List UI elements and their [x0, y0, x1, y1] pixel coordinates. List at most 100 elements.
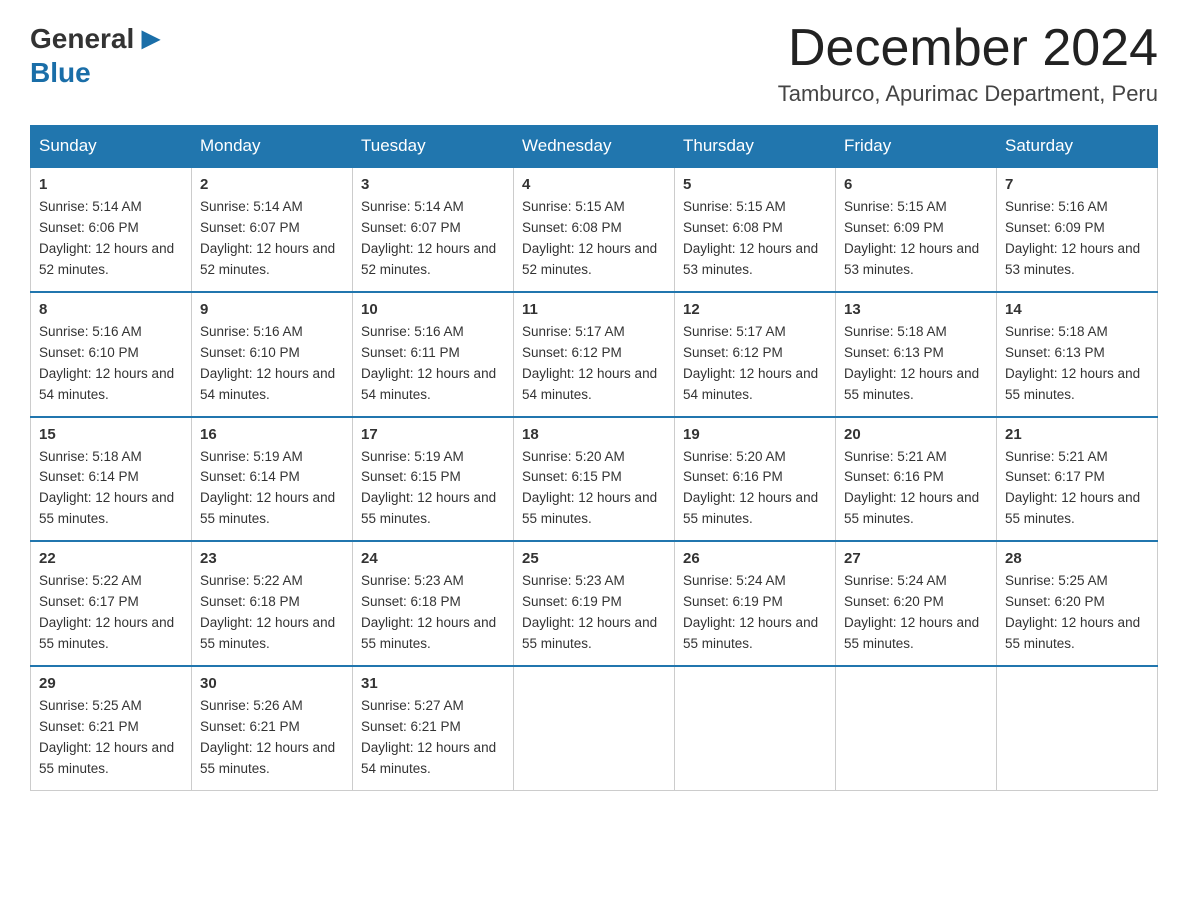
day-info: Sunrise: 5:22 AMSunset: 6:17 PMDaylight:… — [39, 571, 183, 655]
day-cell: 5 Sunrise: 5:15 AMSunset: 6:08 PMDaylight… — [675, 167, 836, 292]
day-info: Sunrise: 5:16 AMSunset: 6:10 PMDaylight:… — [39, 322, 183, 406]
day-number: 10 — [361, 301, 505, 318]
day-number: 31 — [361, 675, 505, 692]
day-cell: 16Sunrise: 5:19 AMSunset: 6:14 PMDayligh… — [192, 417, 353, 542]
day-number: 27 — [844, 550, 988, 567]
day-cell: 15 Sunrise: 5:18 AMSunset: 6:14 PMDayligh… — [31, 417, 192, 542]
day-cell: 7Sunrise: 5:16 AMSunset: 6:09 PMDaylight… — [997, 167, 1158, 292]
day-number: 4 — [522, 176, 666, 193]
day-cell: 6Sunrise: 5:15 AMSunset: 6:09 PMDaylight… — [836, 167, 997, 292]
day-cell: 2Sunrise: 5:14 AMSunset: 6:07 PMDaylight… — [192, 167, 353, 292]
day-cell: 24 Sunrise: 5:23 AMSunset: 6:18 PMDayligh… — [353, 541, 514, 666]
day-info: Sunrise: 5:25 AMSunset: 6:21 PMDaylight:… — [39, 696, 183, 780]
day-info: Sunrise: 5:24 AMSunset: 6:19 PMDaylight:… — [683, 571, 827, 655]
day-number: 19 — [683, 426, 827, 443]
week-row-2: 8 Sunrise: 5:16 AMSunset: 6:10 PMDaylight… — [31, 292, 1158, 417]
day-info: Sunrise: 5:15 AMSunset: 6:08 PMDaylight:… — [522, 197, 666, 281]
day-info: Sunrise: 5:20 AMSunset: 6:16 PMDaylight:… — [683, 447, 827, 531]
week-row-1: 1 Sunrise: 5:14 AMSunset: 6:06 PMDaylight… — [31, 167, 1158, 292]
day-info: Sunrise: 5:20 AMSunset: 6:15 PMDaylight:… — [522, 447, 666, 531]
day-info: Sunrise: 5:19 AMSunset: 6:15 PMDaylight:… — [361, 447, 505, 531]
day-info: Sunrise: 5:17 AMSunset: 6:12 PMDaylight:… — [522, 322, 666, 406]
header-thursday: Thursday — [675, 126, 836, 168]
day-info: Sunrise: 5:15 AMSunset: 6:08 PMDaylight:… — [683, 197, 827, 281]
day-info: Sunrise: 5:18 AMSunset: 6:13 PMDaylight:… — [1005, 322, 1149, 406]
day-cell — [514, 666, 675, 790]
day-number: 23 — [200, 550, 344, 567]
week-row-3: 15 Sunrise: 5:18 AMSunset: 6:14 PMDayligh… — [31, 417, 1158, 542]
week-row-4: 22 Sunrise: 5:22 AMSunset: 6:17 PMDayligh… — [31, 541, 1158, 666]
day-cell: 30 Sunrise: 5:26 AMSunset: 6:21 PMDayligh… — [192, 666, 353, 790]
day-number: 7 — [1005, 176, 1149, 193]
day-cell: 21Sunrise: 5:21 AMSunset: 6:17 PMDayligh… — [997, 417, 1158, 542]
page-header: General ► Blue December 2024 Tamburco, A… — [30, 20, 1158, 107]
header-saturday: Saturday — [997, 126, 1158, 168]
header-wednesday: Wednesday — [514, 126, 675, 168]
day-info: Sunrise: 5:21 AMSunset: 6:16 PMDaylight:… — [844, 447, 988, 531]
day-info: Sunrise: 5:19 AMSunset: 6:14 PMDaylight:… — [200, 447, 344, 531]
day-number: 13 — [844, 301, 988, 318]
day-number: 15 — [39, 426, 183, 443]
day-cell: 9 Sunrise: 5:16 AMSunset: 6:10 PMDaylight… — [192, 292, 353, 417]
day-cell: 29 Sunrise: 5:25 AMSunset: 6:21 PMDayligh… — [31, 666, 192, 790]
day-number: 30 — [200, 675, 344, 692]
day-number: 29 — [39, 675, 183, 692]
calendar-table: SundayMondayTuesdayWednesdayThursdayFrid… — [30, 125, 1158, 790]
day-cell: 4 Sunrise: 5:15 AMSunset: 6:08 PMDaylight… — [514, 167, 675, 292]
day-number: 5 — [683, 176, 827, 193]
day-number: 17 — [361, 426, 505, 443]
header-sunday: Sunday — [31, 126, 192, 168]
day-number: 22 — [39, 550, 183, 567]
day-info: Sunrise: 5:18 AMSunset: 6:14 PMDaylight:… — [39, 447, 183, 531]
day-info: Sunrise: 5:16 AMSunset: 6:10 PMDaylight:… — [200, 322, 344, 406]
day-cell: 19 Sunrise: 5:20 AMSunset: 6:16 PMDayligh… — [675, 417, 836, 542]
day-number: 3 — [361, 176, 505, 193]
day-info: Sunrise: 5:25 AMSunset: 6:20 PMDaylight:… — [1005, 571, 1149, 655]
day-cell: 28 Sunrise: 5:25 AMSunset: 6:20 PMDayligh… — [997, 541, 1158, 666]
day-info: Sunrise: 5:14 AMSunset: 6:06 PMDaylight:… — [39, 197, 183, 281]
day-cell: 17 Sunrise: 5:19 AMSunset: 6:15 PMDayligh… — [353, 417, 514, 542]
day-info: Sunrise: 5:18 AMSunset: 6:13 PMDaylight:… — [844, 322, 988, 406]
header-tuesday: Tuesday — [353, 126, 514, 168]
day-info: Sunrise: 5:27 AMSunset: 6:21 PMDaylight:… — [361, 696, 505, 780]
title-block: December 2024 Tamburco, Apurimac Departm… — [778, 20, 1158, 107]
day-cell: 18Sunrise: 5:20 AMSunset: 6:15 PMDayligh… — [514, 417, 675, 542]
day-cell: 8 Sunrise: 5:16 AMSunset: 6:10 PMDaylight… — [31, 292, 192, 417]
day-number: 9 — [200, 301, 344, 318]
month-title: December 2024 — [778, 20, 1158, 77]
day-cell: 12Sunrise: 5:17 AMSunset: 6:12 PMDayligh… — [675, 292, 836, 417]
day-cell: 20Sunrise: 5:21 AMSunset: 6:16 PMDayligh… — [836, 417, 997, 542]
day-cell: 1 Sunrise: 5:14 AMSunset: 6:06 PMDaylight… — [31, 167, 192, 292]
day-number: 6 — [844, 176, 988, 193]
header-friday: Friday — [836, 126, 997, 168]
logo-blue-text: Blue — [30, 57, 91, 89]
day-cell: 22 Sunrise: 5:22 AMSunset: 6:17 PMDayligh… — [31, 541, 192, 666]
location-title: Tamburco, Apurimac Department, Peru — [778, 81, 1158, 107]
day-info: Sunrise: 5:23 AMSunset: 6:18 PMDaylight:… — [361, 571, 505, 655]
day-info: Sunrise: 5:16 AMSunset: 6:11 PMDaylight:… — [361, 322, 505, 406]
day-cell: 31 Sunrise: 5:27 AMSunset: 6:21 PMDayligh… — [353, 666, 514, 790]
day-cell — [675, 666, 836, 790]
day-number: 24 — [361, 550, 505, 567]
day-number: 11 — [522, 301, 666, 318]
day-info: Sunrise: 5:26 AMSunset: 6:21 PMDaylight:… — [200, 696, 344, 780]
day-cell: 23Sunrise: 5:22 AMSunset: 6:18 PMDayligh… — [192, 541, 353, 666]
day-cell: 14 Sunrise: 5:18 AMSunset: 6:13 PMDayligh… — [997, 292, 1158, 417]
calendar-header-row: SundayMondayTuesdayWednesdayThursdayFrid… — [31, 126, 1158, 168]
day-number: 26 — [683, 550, 827, 567]
day-number: 1 — [39, 176, 183, 193]
day-cell: 10 Sunrise: 5:16 AMSunset: 6:11 PMDayligh… — [353, 292, 514, 417]
day-info: Sunrise: 5:17 AMSunset: 6:12 PMDaylight:… — [683, 322, 827, 406]
header-monday: Monday — [192, 126, 353, 168]
day-number: 14 — [1005, 301, 1149, 318]
day-cell: 27 Sunrise: 5:24 AMSunset: 6:20 PMDayligh… — [836, 541, 997, 666]
logo-general-text: General — [30, 23, 134, 55]
logo-arrow-icon: ► — [135, 20, 167, 57]
day-number: 28 — [1005, 550, 1149, 567]
day-cell: 3Sunrise: 5:14 AMSunset: 6:07 PMDaylight… — [353, 167, 514, 292]
day-info: Sunrise: 5:24 AMSunset: 6:20 PMDaylight:… — [844, 571, 988, 655]
day-info: Sunrise: 5:14 AMSunset: 6:07 PMDaylight:… — [200, 197, 344, 281]
day-cell — [836, 666, 997, 790]
day-number: 8 — [39, 301, 183, 318]
day-cell: 25Sunrise: 5:23 AMSunset: 6:19 PMDayligh… — [514, 541, 675, 666]
